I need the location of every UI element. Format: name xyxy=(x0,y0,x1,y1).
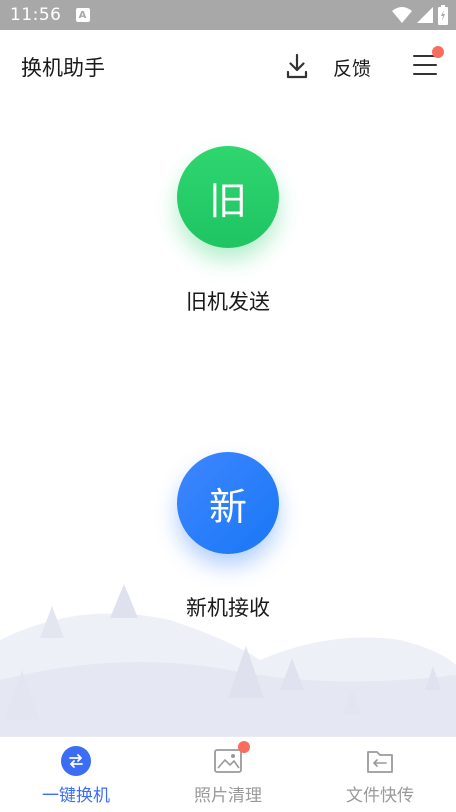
hamburger-menu-icon[interactable] xyxy=(410,46,444,80)
status-time: 11:56 xyxy=(10,5,62,25)
old-phone-send-action[interactable]: 旧 旧机发送 xyxy=(0,146,456,316)
status-bar: 11:56 A xyxy=(0,0,456,30)
menu-notification-dot xyxy=(432,46,444,58)
photo-cleanup-notification-dot xyxy=(238,741,250,753)
old-phone-glyph: 旧 xyxy=(208,178,247,223)
nav-item-file-transfer[interactable]: 文件快传 xyxy=(304,737,456,812)
signal-icon xyxy=(417,7,433,23)
wifi-icon xyxy=(392,7,412,23)
notification-badge-icon: A xyxy=(75,8,90,22)
status-icons xyxy=(392,5,448,25)
nav-label-one-click-switch: 一键换机 xyxy=(42,786,110,806)
new-phone-glyph: 新 xyxy=(208,484,247,529)
app-header: 换机助手 反馈 xyxy=(0,30,456,104)
nav-item-photo-cleanup[interactable]: 照片清理 xyxy=(152,737,304,812)
old-phone-send-label[interactable]: 旧机发送 xyxy=(0,286,456,316)
old-phone-icon[interactable]: 旧 xyxy=(177,146,279,248)
new-phone-receive-action[interactable]: 新 新机接收 xyxy=(0,452,456,622)
nav-label-file-transfer: 文件快传 xyxy=(346,786,414,806)
photo-icon xyxy=(214,749,242,773)
feedback-button[interactable]: 反馈 xyxy=(333,54,371,81)
new-phone-icon[interactable]: 新 xyxy=(177,452,279,554)
folder-transfer-icon xyxy=(367,751,393,773)
battery-icon xyxy=(438,5,448,25)
app-title: 换机助手 xyxy=(21,56,105,80)
new-phone-receive-label[interactable]: 新机接收 xyxy=(0,592,456,622)
bottom-nav: 一键换机 照片清理 文件快传 xyxy=(0,736,456,812)
nav-item-one-click-switch[interactable]: 一键换机 xyxy=(0,737,152,812)
swap-arrows-icon xyxy=(61,746,91,776)
download-icon[interactable] xyxy=(284,52,310,80)
nav-label-photo-cleanup: 照片清理 xyxy=(194,786,262,806)
